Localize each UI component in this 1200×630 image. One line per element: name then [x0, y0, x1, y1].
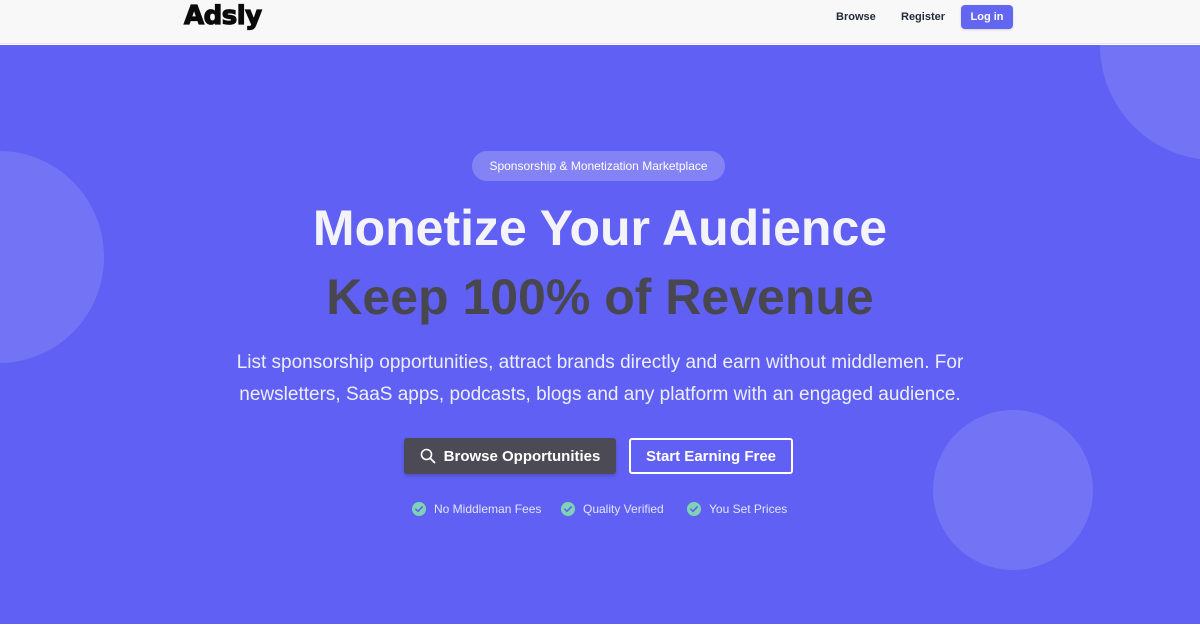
hero-section: Sponsorship & Monetization Marketplace M…: [0, 45, 1200, 624]
hero-badge: Sponsorship & Monetization Marketplace: [472, 151, 725, 181]
browse-opportunities-label: Browse Opportunities: [443, 447, 601, 465]
decorative-circle: [933, 410, 1093, 570]
check-circle-icon: [687, 502, 701, 516]
nav-register-link[interactable]: Register: [901, 11, 945, 23]
hero-headline: Monetize Your Audience: [312, 200, 888, 256]
brand-logo[interactable]: Adsly: [183, 0, 262, 31]
page-bottom-edge: [0, 624, 1200, 630]
feature-label: You Set Prices: [709, 502, 788, 516]
top-navbar: Adsly Browse Register Log in: [0, 0, 1200, 44]
hero-description-line-2: newsletters, SaaS apps, podcasts, blogs …: [239, 384, 961, 405]
decorative-circle: [1100, 45, 1200, 160]
hero-description-line-1: List sponsorship opportunities, attract …: [236, 352, 964, 373]
feature-label: Quality Verified: [583, 502, 664, 516]
hero-subheadline: Keep 100% of Revenue: [326, 269, 874, 325]
feature-label: No Middleman Fees: [434, 502, 542, 516]
browse-opportunities-button[interactable]: Browse Opportunities: [404, 438, 616, 474]
login-button[interactable]: Log in: [961, 5, 1013, 29]
feature-no-fees: No Middleman Fees: [412, 502, 541, 516]
check-circle-icon: [561, 502, 575, 516]
check-circle-icon: [412, 502, 426, 516]
start-earning-button[interactable]: Start Earning Free: [629, 438, 793, 474]
search-icon: [420, 448, 436, 464]
feature-quality-verified: Quality Verified: [561, 502, 664, 516]
nav-browse-link[interactable]: Browse: [836, 11, 876, 23]
feature-set-prices: You Set Prices: [687, 502, 787, 516]
